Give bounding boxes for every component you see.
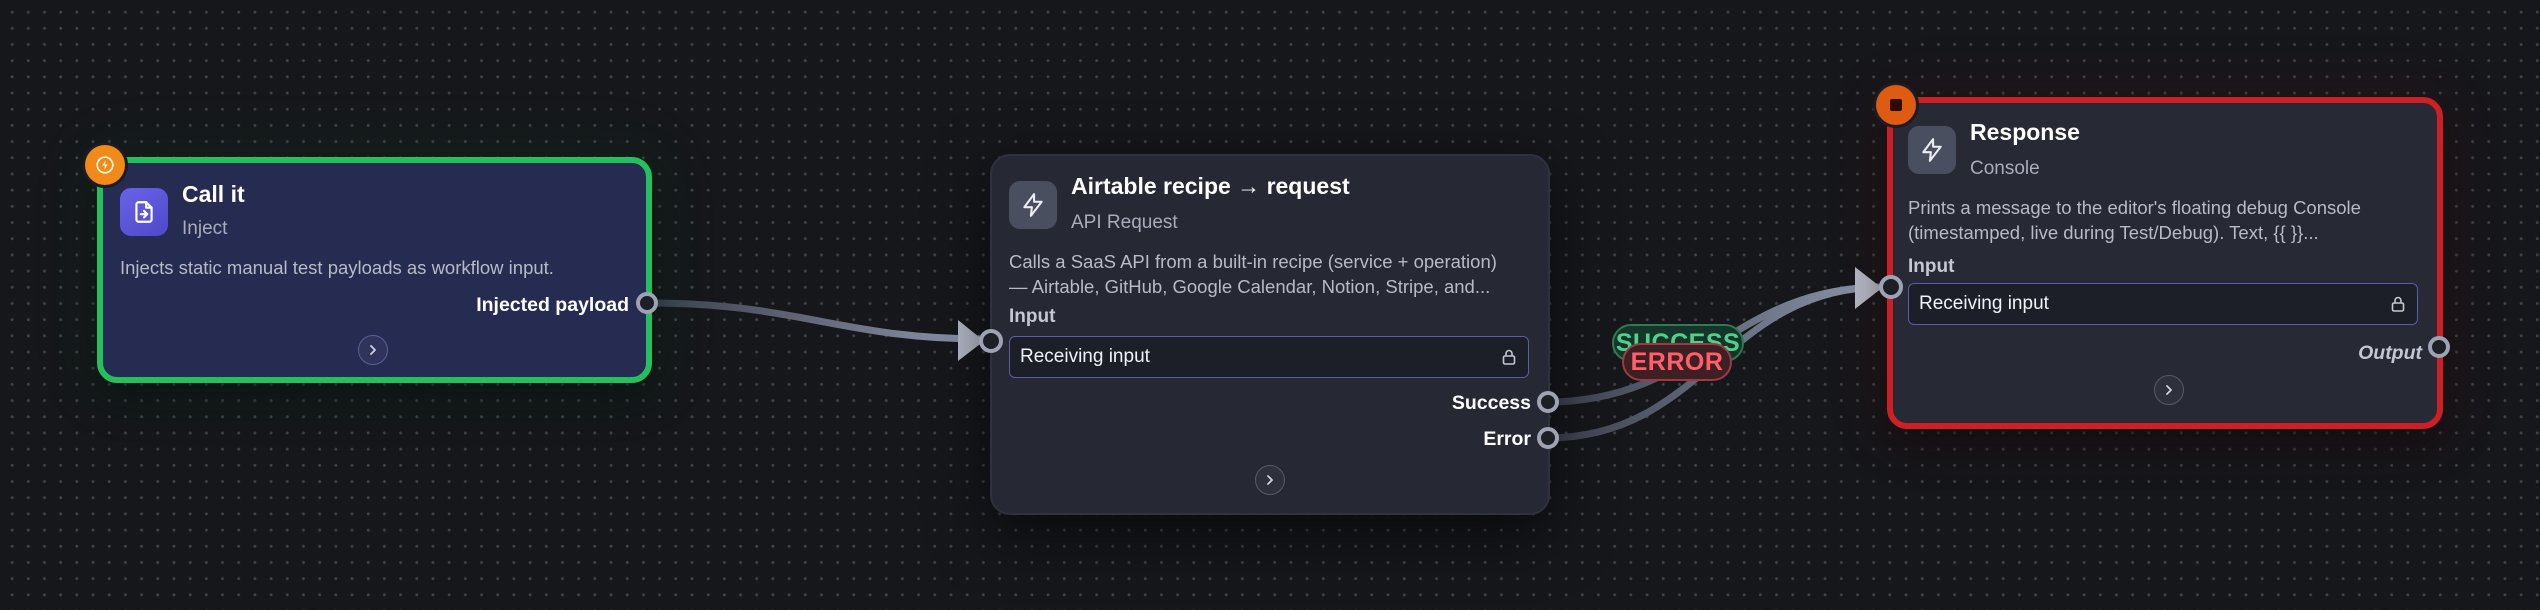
edge-label-error[interactable]: ERROR: [1622, 343, 1732, 381]
node-type-label: Inject: [182, 218, 228, 239]
input-field[interactable]: Receiving input: [1009, 336, 1529, 378]
input-value: Receiving input: [1020, 346, 1150, 367]
api-request-node[interactable]: Airtable recipe → request API Request Ca…: [990, 154, 1550, 515]
inject-node[interactable]: Call it Inject Injects static manual tes…: [97, 157, 652, 383]
stop-badge[interactable]: [1876, 85, 1916, 125]
node-type-label: Console: [1970, 158, 2040, 179]
chevron-right-icon: [1267, 475, 1273, 485]
api-success-port[interactable]: [1537, 391, 1559, 413]
node-type-label: API Request: [1071, 212, 1178, 233]
input-section-label: Input: [1908, 256, 1955, 277]
chevron-right-icon: [2166, 385, 2172, 395]
error-port-label: Error: [1483, 428, 1531, 450]
node-title: Call it: [182, 181, 245, 207]
lock-icon: [2391, 296, 2405, 312]
inject-output-port[interactable]: [636, 292, 658, 314]
description-line: — Airtable, GitHub, Google Calendar, Not…: [1009, 276, 1491, 297]
input-field[interactable]: Receiving input: [1908, 283, 2418, 325]
node-description: Calls a SaaS API from a built-in recipe …: [1009, 249, 1539, 299]
node-title: Response: [1970, 119, 2080, 145]
trigger-badge[interactable]: [85, 145, 125, 185]
expand-button[interactable]: [1255, 465, 1285, 495]
output-port-label: Injected payload: [476, 294, 629, 316]
node-description: Prints a message to the editor's floatin…: [1908, 195, 2433, 245]
console-node[interactable]: Response Console Prints a message to the…: [1887, 97, 2443, 429]
file-import-icon: [120, 188, 168, 236]
description-line: Calls a SaaS API from a built-in recipe …: [1009, 251, 1497, 272]
input-section-label: Input: [1009, 306, 1056, 327]
chevron-right-icon: [370, 345, 376, 355]
lock-icon: [1502, 349, 1516, 365]
node-title: Airtable recipe → request: [1071, 173, 1350, 199]
input-value: Receiving input: [1919, 293, 2049, 314]
expand-button[interactable]: [358, 335, 388, 365]
lightning-icon: [1908, 126, 1956, 174]
node-description: Injects static manual test payloads as w…: [120, 257, 554, 278]
output-port-label: Output: [2358, 342, 2422, 364]
lightning-icon: [96, 156, 114, 174]
workflow-canvas[interactable]: Call it Inject Injects static manual tes…: [0, 0, 2540, 610]
lightning-icon: [1009, 181, 1057, 229]
stop-icon: [1890, 99, 1902, 111]
expand-button[interactable]: [2154, 375, 2184, 405]
console-input-port[interactable]: [1879, 275, 1903, 299]
wire-inject-to-api[interactable]: [644, 299, 989, 343]
success-port-label: Success: [1451, 392, 1531, 414]
console-output-port[interactable]: [2428, 336, 2450, 358]
description-line: (timestamped, live during Test/Debug). T…: [1908, 222, 2319, 243]
description-line: Prints a message to the editor's floatin…: [1908, 197, 2361, 218]
api-error-port[interactable]: [1537, 427, 1559, 449]
api-input-port[interactable]: [979, 329, 1003, 353]
wire-arrowhead-console: [1855, 267, 1882, 309]
